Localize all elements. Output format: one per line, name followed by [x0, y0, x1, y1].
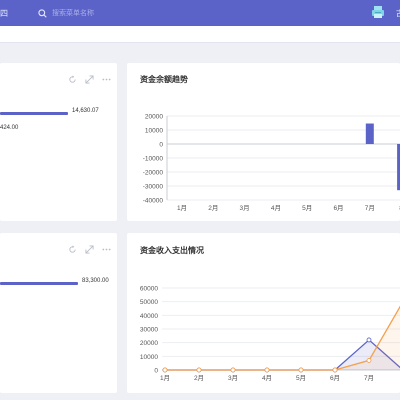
app-title-fragment: 四: [0, 9, 8, 18]
x-tick-label: 7月: [364, 374, 374, 382]
y-tick-label: 50000: [140, 299, 158, 306]
y-tick-label: 40000: [140, 313, 158, 320]
x-tick-label: 6月: [330, 374, 340, 382]
data-point: [298, 367, 304, 373]
expand-icon[interactable]: [85, 75, 94, 84]
balance-secondary-label: 424.00: [0, 125, 19, 131]
balance-bar: [0, 112, 68, 115]
card-income-expense: 资金收入支出情况 60000 50000 40000 30000 20000 10000 0…: [127, 233, 400, 393]
x-tick-label: 5月: [302, 204, 312, 212]
x-tick-label: 4月: [262, 374, 272, 382]
expand-icon[interactable]: [85, 245, 94, 254]
top-header-bar: 四 古: [0, 0, 400, 26]
y-tick-label: 60000: [140, 286, 158, 293]
x-tick-label: 4月: [271, 204, 281, 212]
balance-trend-chart: 20000 10000 0 -10000 -20000 -30000 -40000 1月 2月 3…: [143, 114, 400, 212]
data-point: [366, 337, 372, 343]
refresh-icon[interactable]: [68, 75, 77, 84]
x-tick-label: 5月: [296, 374, 306, 382]
search-icon[interactable]: [38, 8, 47, 18]
x-tick-label: 6月: [333, 204, 343, 212]
income-bar-label: 83,300.00: [82, 278, 109, 284]
bar: [365, 123, 374, 144]
search-input[interactable]: [52, 7, 142, 19]
data-point: [162, 367, 168, 373]
y-tick-label: 0: [159, 142, 163, 149]
more-icon[interactable]: [102, 75, 111, 84]
card-toolbar: [68, 75, 111, 84]
card-balance-trend: 资金余额趋势 20000 10000 0 -10000 -20000 -30000 -400…: [127, 63, 400, 221]
y-tick-label: 20000: [140, 340, 158, 347]
income-expense-chart: 60000 50000 40000 30000 20000 10000 01月 2月 3月 4月 5…: [140, 286, 400, 382]
y-tick-label: -30000: [143, 184, 164, 191]
y-tick-label: 20000: [145, 114, 163, 121]
y-tick-label: 30000: [140, 327, 158, 334]
y-tick-label: -20000: [143, 170, 164, 177]
more-icon[interactable]: [102, 245, 111, 254]
x-tick-label: 3月: [240, 204, 250, 212]
data-point: [332, 367, 338, 373]
income-bar: [0, 282, 78, 285]
data-point: [366, 358, 372, 363]
y-tick-label: -40000: [143, 198, 164, 205]
card-toolbar: [68, 245, 111, 254]
data-point: [264, 367, 270, 373]
y-tick-label: 0: [154, 368, 158, 375]
x-tick-label: 7月: [365, 204, 375, 212]
tab-strip: [0, 26, 400, 43]
refresh-icon[interactable]: [68, 245, 77, 254]
x-tick-label: 2月: [208, 204, 218, 212]
data-point: [196, 367, 202, 373]
y-tick-label: 10000: [140, 354, 158, 361]
x-tick-label: 1月: [177, 204, 187, 212]
x-tick-label: 2月: [194, 374, 204, 382]
card-account-balances: 14,630.07 424.00: [0, 63, 117, 221]
x-tick-label: 3月: [228, 374, 238, 382]
menu-search[interactable]: [38, 6, 142, 20]
printer-icon[interactable]: [370, 4, 386, 20]
y-tick-label: 10000: [145, 128, 163, 135]
user-name-fragment: 古: [396, 8, 400, 19]
data-point: [230, 367, 236, 373]
card-income-summary: 83,300.00: [0, 233, 117, 393]
x-tick-label: 1月: [160, 374, 170, 382]
balance-bar-label: 14,630.07: [72, 108, 99, 114]
y-tick-label: -10000: [143, 156, 164, 163]
